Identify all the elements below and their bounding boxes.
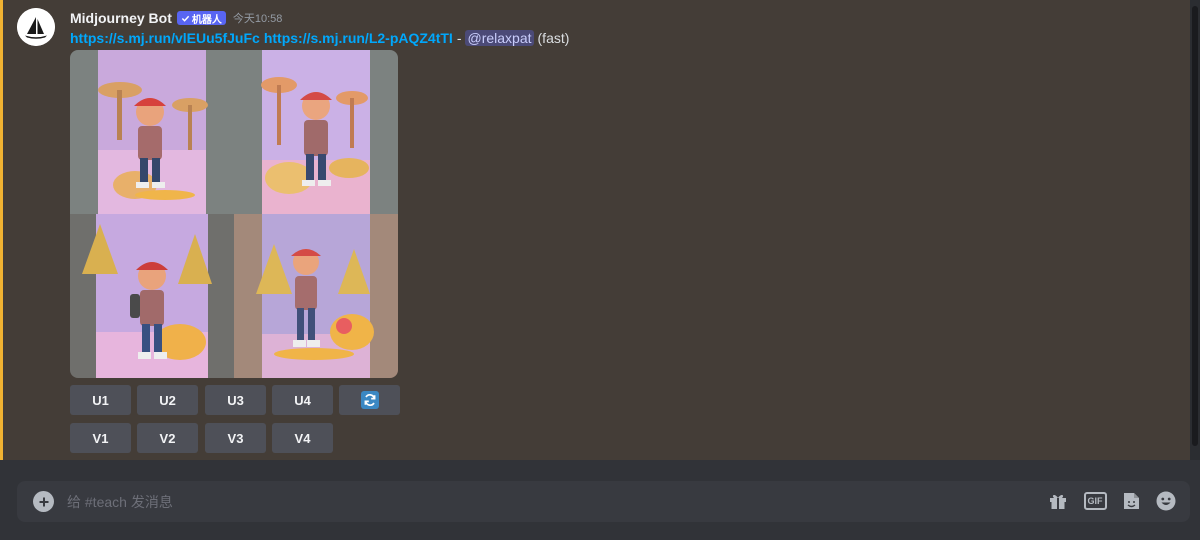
image-grid[interactable] [70,50,398,378]
gift-button[interactable] [1046,489,1070,513]
message-composer: GIF [17,481,1190,522]
grid-image-3[interactable] [70,214,234,378]
emoji-button[interactable] [1154,489,1178,513]
refresh-icon [360,391,379,409]
author-name[interactable]: Midjourney Bot [70,10,172,26]
bot-badge: 机器人 [176,11,226,26]
link-1[interactable]: https://s.mj.run/vlEUu5fJuFc [70,30,260,46]
gif-icon: GIF [1083,492,1107,510]
message-header: Midjourney Bot 机器人 今天10:58 [70,8,282,28]
bot-badge-label: 机器人 [191,14,222,26]
gif-button[interactable]: GIF [1083,489,1107,513]
user-mention[interactable]: @relaxpat [465,30,534,46]
upscale-4-button[interactable]: U4 [272,385,333,415]
variation-3-button[interactable]: V3 [205,423,266,453]
bot-avatar[interactable] [17,8,55,46]
attach-button[interactable] [33,491,54,512]
grid-image-4[interactable] [234,214,398,378]
upscale-1-button[interactable]: U1 [70,385,131,415]
separator: - [456,30,462,46]
link-2[interactable]: https://s.mj.run/L2-pAQZ4tTI [264,30,453,46]
check-icon [181,15,190,22]
variation-1-button[interactable]: V1 [70,423,131,453]
upscale-2-button[interactable]: U2 [137,385,198,415]
plus-icon [39,497,48,506]
gift-icon [1050,494,1066,509]
variation-2-button[interactable]: V2 [137,423,198,453]
message-input[interactable] [67,489,1027,514]
mode-label: (fast) [537,30,570,46]
grid-image-2[interactable] [234,50,398,214]
emoji-icon [1156,491,1176,511]
sticker-button[interactable] [1119,489,1143,513]
scrollbar-thumb[interactable] [1192,6,1198,446]
message-timestamp[interactable]: 今天10:58 [233,10,283,26]
reroll-button[interactable] [339,385,400,415]
sticker-icon [1124,493,1139,509]
message-content: https://s.mj.run/vlEUu5fJuFc https://s.m… [70,28,569,48]
variation-4-button[interactable]: V4 [272,423,333,453]
discord-app: Midjourney Bot 机器人 今天10:58 https://s.mj.… [0,0,1200,540]
upscale-3-button[interactable]: U3 [205,385,266,415]
grid-image-1[interactable] [70,50,234,214]
